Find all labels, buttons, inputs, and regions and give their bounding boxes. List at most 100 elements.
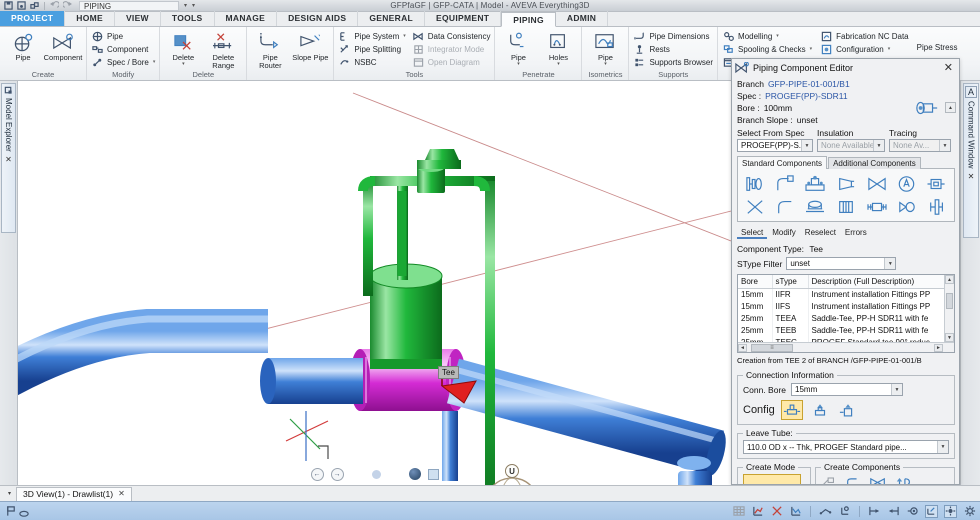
3d-viewport[interactable]: Tee U D N E W S ← → (18, 81, 731, 485)
alert-icon[interactable] (17, 505, 30, 518)
create-mode-selected-button[interactable] (743, 474, 801, 484)
data-consistency-button[interactable]: Data Consistency (412, 30, 490, 42)
table-row[interactable]: 15mm IIFR Instrument installation Fittin… (738, 288, 954, 300)
table-row[interactable]: 25mm TEEA Saddle-Tee, PP-H SDR11 with fe (738, 312, 954, 324)
stype-filter-combo[interactable]: unset ▼ (786, 257, 897, 270)
grid-scroll-left-button[interactable]: ◄ (738, 343, 747, 352)
spec-bore-dropdown-caret[interactable]: ▾ (153, 59, 156, 65)
leave-tube-caret[interactable]: ▼ (937, 441, 948, 453)
penetrate-pipe-button[interactable]: Pipe ▾ (499, 29, 537, 67)
configuration-dropdown-caret[interactable]: ▾ (888, 46, 891, 52)
settings-icon[interactable] (963, 505, 976, 518)
pin-icon[interactable] (4, 86, 13, 95)
col-description[interactable]: Description (Full Description) (808, 275, 954, 289)
reducer-icon[interactable] (836, 175, 856, 193)
delete-button[interactable]: Delete ▾ (164, 29, 202, 67)
create-bend-icon[interactable] (845, 476, 861, 484)
supports-browser-button[interactable]: Supports Browser (633, 56, 713, 68)
cross-valve-icon[interactable] (745, 198, 765, 216)
view-dot-indicator[interactable] (371, 469, 381, 479)
select-from-spec-caret[interactable]: ▼ (801, 140, 812, 151)
tracing-caret[interactable]: ▼ (939, 140, 950, 151)
graph-down-icon[interactable] (789, 505, 802, 518)
rests-button[interactable]: Rests (633, 43, 713, 55)
center-icon[interactable] (944, 504, 957, 518)
holes-button[interactable]: Holes ▾ (539, 29, 577, 67)
gasket-set-icon[interactable] (866, 198, 888, 216)
axis-icon[interactable] (925, 504, 938, 518)
pipe-dimensions-button[interactable]: Pipe Dimensions (633, 30, 713, 42)
measure-icon[interactable] (819, 505, 832, 518)
pce-header[interactable]: Piping Component Editor ✕ (732, 59, 959, 76)
conn-bore-caret[interactable]: ▼ (891, 384, 902, 395)
angle-icon[interactable] (838, 505, 851, 518)
modelling-button[interactable]: Modelling ▾ (722, 30, 812, 42)
holes-dropdown-caret[interactable]: ▾ (557, 62, 560, 67)
redo-icon[interactable] (62, 1, 73, 11)
model-explorer-tab[interactable]: Model Explorer ✕ (1, 83, 16, 233)
branch-value[interactable]: GFP-PIPE-01-001/B1 (768, 79, 850, 89)
nsbc-button[interactable]: NSBC (338, 56, 405, 68)
ribbon-tab-admin[interactable]: ADMIN (556, 11, 609, 26)
ribbon-tab-tools[interactable]: TOOLS (161, 11, 215, 26)
isometric-pipe-button[interactable]: Pipe ▾ (586, 29, 624, 67)
tab-select[interactable]: Select (737, 226, 768, 239)
qat-customize-caret[interactable]: ▾ (192, 2, 195, 9)
slope-pipe-button[interactable]: Slope Pipe (291, 29, 329, 62)
tab-additional-components[interactable]: Additional Components (828, 157, 921, 169)
tab-reselect[interactable]: Reselect (801, 227, 840, 239)
ribbon-tab-strip[interactable]: PROJECT HOME VIEW TOOLS MANAGE DESIGN AI… (0, 11, 980, 27)
grid-horizontal-scrollbar[interactable]: ◄ ≡ ► (738, 342, 954, 352)
create-updown-icon[interactable] (895, 476, 913, 484)
spectacle-blind-icon[interactable] (927, 198, 947, 216)
grid-icon[interactable] (732, 505, 745, 518)
fabrication-nc-data-button[interactable]: Fabrication NC Data (820, 30, 909, 42)
spec-value[interactable]: PROGEF(PP)-SDR11 (765, 91, 848, 101)
flag-icon[interactable] (4, 505, 17, 518)
col-bore[interactable]: Bore (738, 275, 773, 289)
instrument-icon[interactable] (897, 175, 916, 193)
config-tee-side-icon[interactable] (837, 400, 859, 420)
pce-scroll-up-button[interactable]: ▲ (945, 102, 956, 113)
model-explorer-close-icon[interactable]: ✕ (5, 155, 12, 164)
bend-icon[interactable] (775, 198, 795, 216)
modify-component-button[interactable]: Component (91, 43, 155, 55)
grid-hscroll-thumb[interactable]: ≡ (751, 343, 793, 352)
delete-range-button[interactable]: Delete Range (204, 29, 242, 70)
nav-back-button[interactable]: ← (310, 467, 324, 481)
ribbon-tab-design-aids[interactable]: DESIGN AIDS (277, 11, 359, 26)
col-stype[interactable]: sType (772, 275, 809, 289)
snap-right-icon[interactable] (887, 505, 900, 518)
module-icon[interactable] (29, 1, 40, 11)
saddle-icon[interactable] (804, 198, 826, 216)
insulation-caret[interactable]: ▼ (873, 140, 884, 151)
grid-scroll-right-button[interactable]: ► (934, 343, 943, 352)
isometric-pipe-dropdown-caret[interactable]: ▾ (604, 62, 607, 67)
tee-icon[interactable] (804, 175, 826, 193)
bellows-icon[interactable] (836, 198, 856, 216)
module-selector-caret[interactable]: ▾ (184, 2, 187, 9)
pipe-system-dropdown-caret[interactable]: ▾ (403, 33, 406, 39)
valve-icon[interactable] (866, 175, 888, 193)
module-selector[interactable]: PIPING (79, 0, 179, 11)
globe-view-button[interactable] (408, 468, 421, 480)
command-window-tab[interactable]: A Command Window ✕ (963, 83, 979, 238)
grid-vscroll-thumb[interactable] (946, 293, 953, 309)
cap-icon[interactable] (897, 198, 917, 216)
spooling-checks-dropdown-caret[interactable]: ▾ (810, 46, 813, 52)
save-icon[interactable] (3, 1, 14, 11)
pipe-system-button[interactable]: Pipe System ▾ (338, 30, 406, 42)
leave-tube-combo[interactable]: 110.0 OD x -- Thk, PROGEF Standard pipe.… (743, 440, 949, 454)
create-tube-icon[interactable] (821, 476, 837, 484)
save-as-icon[interactable] (16, 1, 27, 11)
ribbon-tab-view[interactable]: VIEW (115, 11, 161, 26)
component-grid[interactable]: Bore sType Description (Full Description… (737, 274, 955, 353)
square-component-icon[interactable] (926, 175, 947, 193)
penetrate-pipe-dropdown-caret[interactable]: ▾ (517, 62, 520, 67)
graph-up-icon[interactable] (751, 505, 764, 518)
snap-left-icon[interactable] (868, 505, 881, 518)
config-tee-up-icon[interactable] (809, 400, 831, 420)
cross-tool-icon[interactable] (770, 505, 783, 518)
select-from-spec-combo[interactable]: PROGEF(PP)-S... ▼ (737, 139, 813, 152)
ribbon-tab-manage[interactable]: MANAGE (215, 11, 278, 26)
